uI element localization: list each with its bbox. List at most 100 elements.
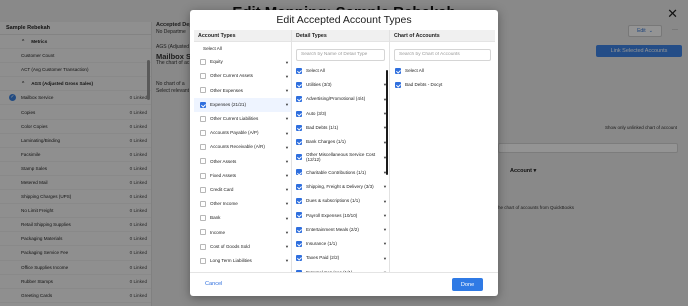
expand-arrow-icon[interactable]: ▼	[283, 145, 291, 150]
expand-arrow-icon[interactable]: ▼	[283, 173, 291, 178]
chart-of-account-checkbox[interactable]	[395, 81, 401, 88]
detail-type-checkbox[interactable]	[296, 110, 302, 117]
account-type-item[interactable]: Income ▼	[194, 225, 291, 239]
account-type-checkbox[interactable]	[200, 115, 206, 122]
account-type-item[interactable]: Other Income ▼	[194, 197, 291, 211]
expand-arrow-icon[interactable]: ▼	[283, 131, 291, 136]
detail-type-item[interactable]: Taxes Paid (2/2) ▼	[292, 251, 389, 265]
detail-type-checkbox[interactable]	[296, 139, 302, 146]
expand-arrow-icon[interactable]: ▼	[283, 258, 291, 263]
expand-arrow-icon[interactable]: ▼	[381, 184, 389, 189]
detail-type-item[interactable]: Insurance (1/1) ▼	[292, 237, 389, 251]
expand-arrow-icon[interactable]: ▼	[283, 116, 291, 121]
account-type-item[interactable]: Cost of Goods Sold ▼	[194, 239, 291, 253]
expand-arrow-icon[interactable]: ▼	[283, 159, 291, 164]
detail-type-item[interactable]: Payroll Expenses (10/10) ▼	[292, 208, 389, 222]
detail-type-checkbox[interactable]	[296, 154, 302, 161]
detail-type-checkbox[interactable]	[296, 240, 302, 247]
account-type-checkbox[interactable]	[200, 200, 206, 207]
detail-type-item[interactable]: Advertising/Promotional (4/4) ▼	[292, 92, 389, 106]
chart-of-accounts-select-all[interactable]: Select All	[390, 64, 495, 78]
detail-type-item[interactable]: Auto (3/3) ▼	[292, 106, 389, 120]
account-type-checkbox[interactable]	[200, 59, 206, 66]
detail-type-checkbox[interactable]	[296, 96, 302, 103]
account-type-checkbox[interactable]	[200, 257, 206, 264]
expand-arrow-icon[interactable]: ▼	[381, 256, 389, 261]
detail-type-checkbox[interactable]	[296, 183, 302, 190]
detail-type-checkbox[interactable]	[296, 212, 302, 219]
detail-type-label: Shipping, Freight & Delivery (3/3)	[306, 183, 374, 189]
account-type-checkbox[interactable]	[200, 158, 206, 165]
account-type-label: Other Current Liabilities	[210, 116, 259, 122]
account-types-select-all[interactable]: Select All	[194, 42, 291, 55]
account-type-item[interactable]: Long Term Liabilities ▼	[194, 254, 291, 268]
account-type-checkbox[interactable]	[200, 229, 206, 236]
account-type-checkbox[interactable]	[200, 73, 206, 80]
detail-type-item[interactable]: Bank Charges (1/1) ▼	[292, 135, 389, 149]
expand-arrow-icon[interactable]: ▼	[283, 230, 291, 235]
detail-type-item[interactable]: Other Miscellaneous Service Cost (12/12)…	[292, 149, 389, 165]
detail-type-item[interactable]: Shipping, Freight & Delivery (3/3) ▼	[292, 180, 389, 194]
account-type-checkbox[interactable]	[200, 101, 206, 108]
detail-type-checkbox[interactable]	[296, 255, 302, 262]
expand-arrow-icon[interactable]: ▼	[283, 102, 291, 107]
detail-types-search-input[interactable]	[296, 48, 385, 61]
chart-of-account-item[interactable]: Bad Debts - Docyt	[390, 78, 495, 92]
expand-arrow-icon[interactable]: ▼	[381, 241, 389, 246]
account-type-checkbox[interactable]	[200, 172, 206, 179]
expand-arrow-icon[interactable]: ▼	[381, 213, 389, 218]
select-all-checkbox[interactable]	[296, 67, 302, 74]
detail-type-label: Other Miscellaneous Service Cost (12/12)	[306, 151, 376, 163]
chart-of-accounts-search-input[interactable]	[394, 48, 491, 61]
detail-type-checkbox[interactable]	[296, 124, 302, 131]
detail-types-scrollbar[interactable]	[386, 70, 388, 175]
account-types-header: Account Types	[194, 30, 291, 42]
account-type-item[interactable]: Bank ▼	[194, 211, 291, 225]
detail-type-checkbox[interactable]	[296, 198, 302, 205]
detail-type-item[interactable]: Bad Debts (1/1) ▼	[292, 121, 389, 135]
expand-arrow-icon[interactable]: ▼	[283, 201, 291, 206]
detail-type-item[interactable]: Utilities (3/3) ▼	[292, 78, 389, 92]
account-type-item[interactable]: Fixed Assets ▼	[194, 169, 291, 183]
dialog-columns: Account Types Select All Equity ▼ Other Cu…	[194, 30, 495, 272]
detail-type-item[interactable]: Charitable Contributions (1/1) ▼	[292, 165, 389, 179]
account-type-item[interactable]: Equity ▼	[194, 55, 291, 69]
account-type-checkbox[interactable]	[200, 243, 206, 250]
expand-arrow-icon[interactable]: ▼	[283, 74, 291, 79]
account-type-item[interactable]: Accounts Payable (A/P) ▼	[194, 126, 291, 140]
select-all-checkbox[interactable]	[395, 67, 401, 74]
chart-of-accounts-column: Chart of Accounts Select All Bad Debts -…	[390, 30, 495, 272]
account-type-checkbox[interactable]	[200, 130, 206, 137]
expand-arrow-icon[interactable]: ▼	[381, 199, 389, 204]
detail-type-checkbox[interactable]	[296, 81, 302, 88]
detail-type-item[interactable]: Dues & subscriptions (1/1) ▼	[292, 194, 389, 208]
detail-types-select-all[interactable]: Select All	[292, 64, 389, 78]
cancel-button[interactable]: Cancel	[205, 281, 222, 287]
account-type-checkbox[interactable]	[200, 186, 206, 193]
expand-arrow-icon[interactable]: ▼	[283, 88, 291, 93]
detail-type-item[interactable]: External Services (1/1)▼	[292, 265, 389, 272]
account-type-label: Credit Card	[210, 186, 234, 192]
account-type-item[interactable]: Other Expenses ▼	[194, 83, 291, 97]
expand-arrow-icon[interactable]: ▼	[283, 60, 291, 65]
account-type-item[interactable]: Other Assets ▼	[194, 154, 291, 168]
expand-arrow-icon[interactable]: ▼	[283, 187, 291, 192]
detail-type-item[interactable]: Entertainment Meals (2/2) ▼	[292, 222, 389, 236]
account-type-checkbox[interactable]	[200, 215, 206, 222]
detail-type-checkbox[interactable]	[296, 226, 302, 233]
account-type-label: Other Assets	[210, 158, 237, 164]
expand-arrow-icon[interactable]: ▼	[381, 227, 389, 232]
detail-type-checkbox[interactable]	[296, 169, 302, 176]
account-type-item[interactable]: Credit Card ▼	[194, 183, 291, 197]
detail-type-label: Auto (3/3)	[306, 110, 327, 116]
account-type-item[interactable]: Accounts Receivable (A/R) ▼	[194, 140, 291, 154]
expand-arrow-icon[interactable]: ▼	[283, 216, 291, 221]
done-button[interactable]: Done	[452, 278, 483, 291]
account-type-checkbox[interactable]	[200, 144, 206, 151]
account-type-item[interactable]: Other Current Assets ▼	[194, 69, 291, 83]
account-type-checkbox[interactable]	[200, 87, 206, 94]
account-type-item[interactable]: Other Current Liabilities ▼	[194, 112, 291, 126]
chart-of-account-label: Bad Debts - Docyt	[405, 81, 443, 87]
account-type-item[interactable]: Expenses (21/21) ▼	[194, 97, 291, 112]
expand-arrow-icon[interactable]: ▼	[283, 244, 291, 249]
